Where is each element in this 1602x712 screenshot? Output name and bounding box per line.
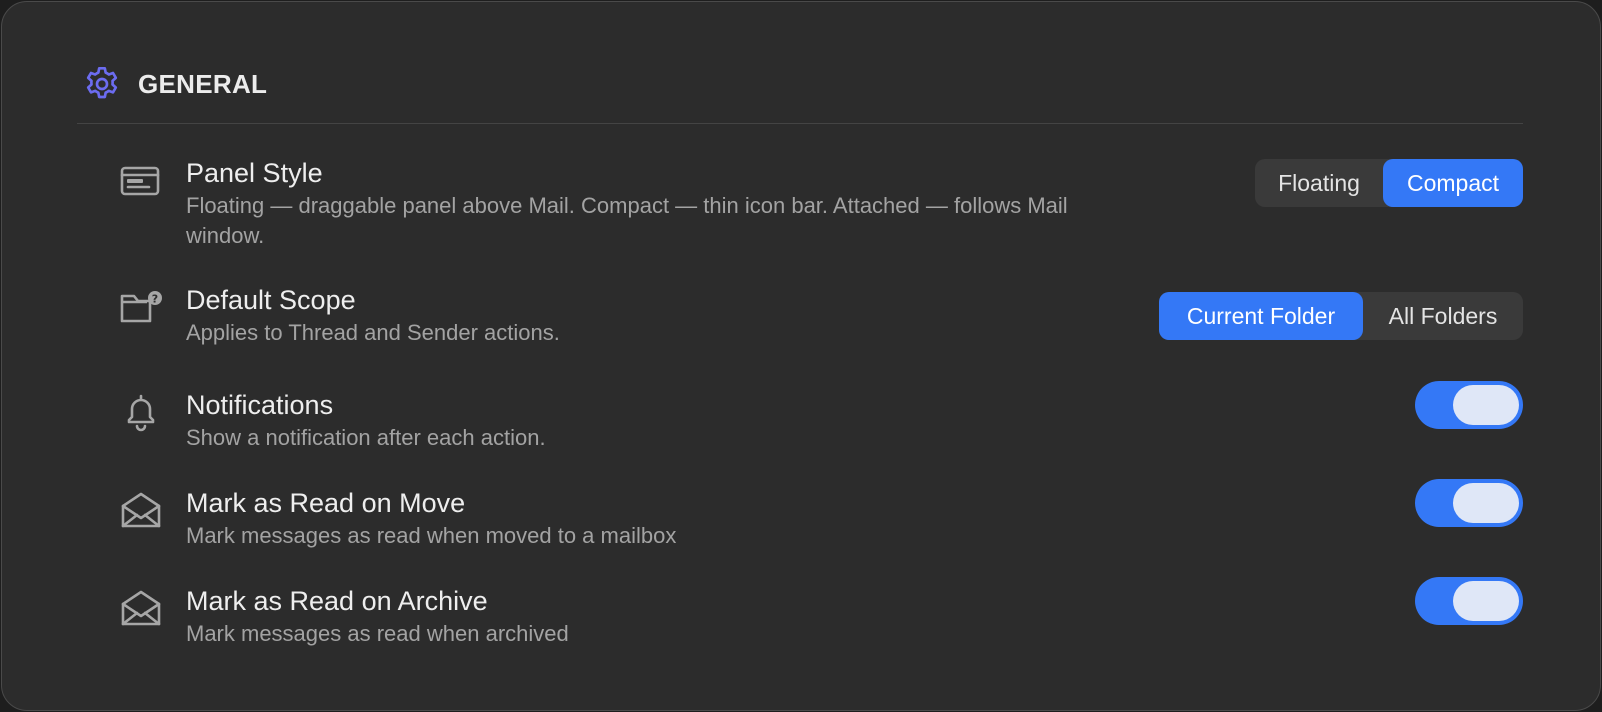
notifications-toggle[interactable]	[1415, 381, 1523, 429]
toggle-knob	[1453, 581, 1519, 621]
panel-style-segmented-control[interactable]: Floating Compact	[1255, 159, 1523, 207]
svg-text:?: ?	[152, 293, 158, 306]
setting-text: Mark as Read on Archive Mark messages as…	[186, 584, 1146, 649]
bell-icon	[119, 392, 163, 432]
section-header: GENERAL	[82, 64, 267, 104]
setting-row-panel-style: Panel Style Floating — draggable panel a…	[119, 156, 1523, 252]
toggle-knob	[1453, 483, 1519, 523]
setting-description: Show a notification after each action.	[186, 425, 546, 450]
setting-description: Mark messages as read when archived	[186, 621, 569, 646]
gear-icon	[86, 67, 118, 99]
setting-text: Mark as Read on Move Mark messages as re…	[186, 486, 1146, 551]
setting-text: Notifications Show a notification after …	[186, 388, 1146, 453]
panel-icon	[119, 160, 163, 200]
setting-title: Panel Style	[186, 158, 323, 188]
setting-title: Default Scope	[186, 285, 356, 315]
section-divider	[77, 123, 1523, 124]
toggle-knob	[1453, 385, 1519, 425]
default-scope-segmented-control[interactable]: Current Folder All Folders	[1159, 292, 1523, 340]
mark-read-move-toggle[interactable]	[1415, 479, 1523, 527]
segment-current-folder[interactable]: Current Folder	[1159, 292, 1363, 340]
segment-compact[interactable]: Compact	[1383, 159, 1523, 207]
setting-description: Applies to Thread and Sender actions.	[186, 320, 560, 345]
setting-row-mark-read-archive: Mark as Read on Archive Mark messages as…	[119, 577, 1523, 654]
mark-read-archive-toggle[interactable]	[1415, 577, 1523, 625]
setting-row-default-scope: ? Default Scope Applies to Thread and Se…	[119, 283, 1523, 353]
section-title: GENERAL	[138, 68, 268, 99]
setting-description: Floating — draggable panel above Mail. C…	[186, 193, 1068, 248]
setting-title: Mark as Read on Archive	[186, 586, 488, 616]
setting-row-notifications: Notifications Show a notification after …	[119, 381, 1523, 458]
setting-title: Mark as Read on Move	[186, 488, 466, 518]
segment-floating[interactable]: Floating	[1255, 159, 1383, 207]
envelope-open-icon	[119, 588, 163, 628]
folder-question-icon: ?	[119, 287, 163, 327]
setting-description: Mark messages as read when moved to a ma…	[186, 523, 677, 548]
segment-all-folders[interactable]: All Folders	[1363, 292, 1523, 340]
envelope-open-icon	[119, 490, 163, 530]
setting-text: Default Scope Applies to Thread and Send…	[186, 283, 1146, 348]
setting-text: Panel Style Floating — draggable panel a…	[186, 156, 1146, 251]
setting-row-mark-read-move: Mark as Read on Move Mark messages as re…	[119, 479, 1523, 556]
setting-title: Notifications	[186, 390, 334, 420]
settings-window: GENERAL Panel Style Floating — draggable…	[1, 1, 1601, 711]
